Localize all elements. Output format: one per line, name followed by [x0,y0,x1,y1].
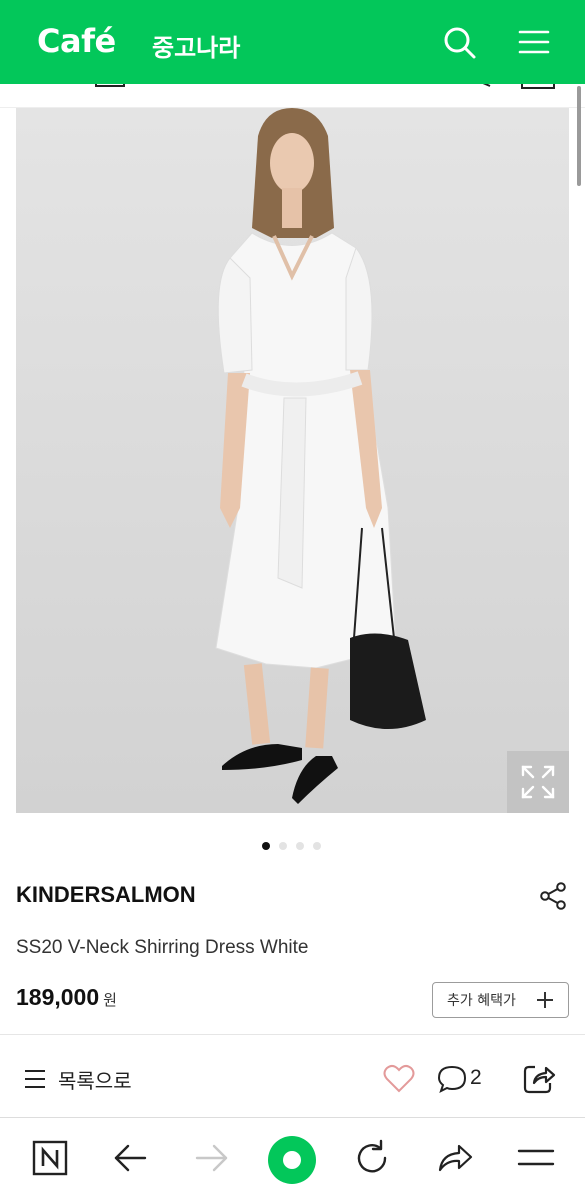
scrollbar-thumb[interactable] [577,86,581,186]
menu-icon[interactable] [516,1138,556,1178]
bottom-navigation-bar [0,1117,585,1200]
article-action-bar: 목록으로 2 [0,1035,585,1117]
cafe-logo[interactable]: Café [37,22,116,60]
home-icon [283,1151,301,1169]
page-dot-active[interactable] [262,842,270,850]
expand-image-button[interactable] [507,751,569,813]
app-header: Café 중고나라 [0,0,585,84]
back-arrow-icon[interactable] [110,1138,150,1178]
plus-icon [537,992,553,1008]
page-dot[interactable] [313,842,321,850]
forward-arrow-icon[interactable] [192,1138,232,1178]
heart-icon[interactable] [383,1064,415,1094]
menu-icon[interactable] [516,24,552,60]
back-to-list-label: 목록으로 [58,1068,132,1093]
home-button[interactable] [268,1136,316,1184]
comment-icon[interactable] [437,1064,467,1094]
refresh-icon[interactable] [353,1138,393,1178]
share-icon[interactable] [522,1061,556,1095]
product-price: 189,000 원 [16,984,117,1011]
price-unit: 원 [103,991,117,1009]
page-dot[interactable] [279,842,287,850]
product-photo-illustration [16,108,569,813]
search-icon[interactable] [441,24,477,60]
back-to-list-button[interactable]: 목록으로 [24,1065,132,1093]
comment-count[interactable]: 2 [470,1066,482,1090]
cafe-name[interactable]: 중고나라 [152,28,240,63]
list-icon [25,1070,45,1088]
additional-benefit-button[interactable]: 추가 혜택가 [432,982,569,1018]
product-title: SS20 V-Neck Shirring Dress White [16,937,309,958]
share-icon[interactable] [538,881,568,911]
benefit-label: 추가 혜택가 [447,993,516,1009]
share-icon[interactable] [435,1138,475,1178]
sticky-toolbar-partial [0,84,585,108]
product-image[interactable] [16,108,569,813]
page-dot[interactable] [296,842,304,850]
product-brand[interactable]: KINDERSALMON [16,882,196,908]
price-value: 189,000 [16,984,100,1010]
expand-icon [521,765,555,799]
naver-icon[interactable] [30,1138,70,1178]
